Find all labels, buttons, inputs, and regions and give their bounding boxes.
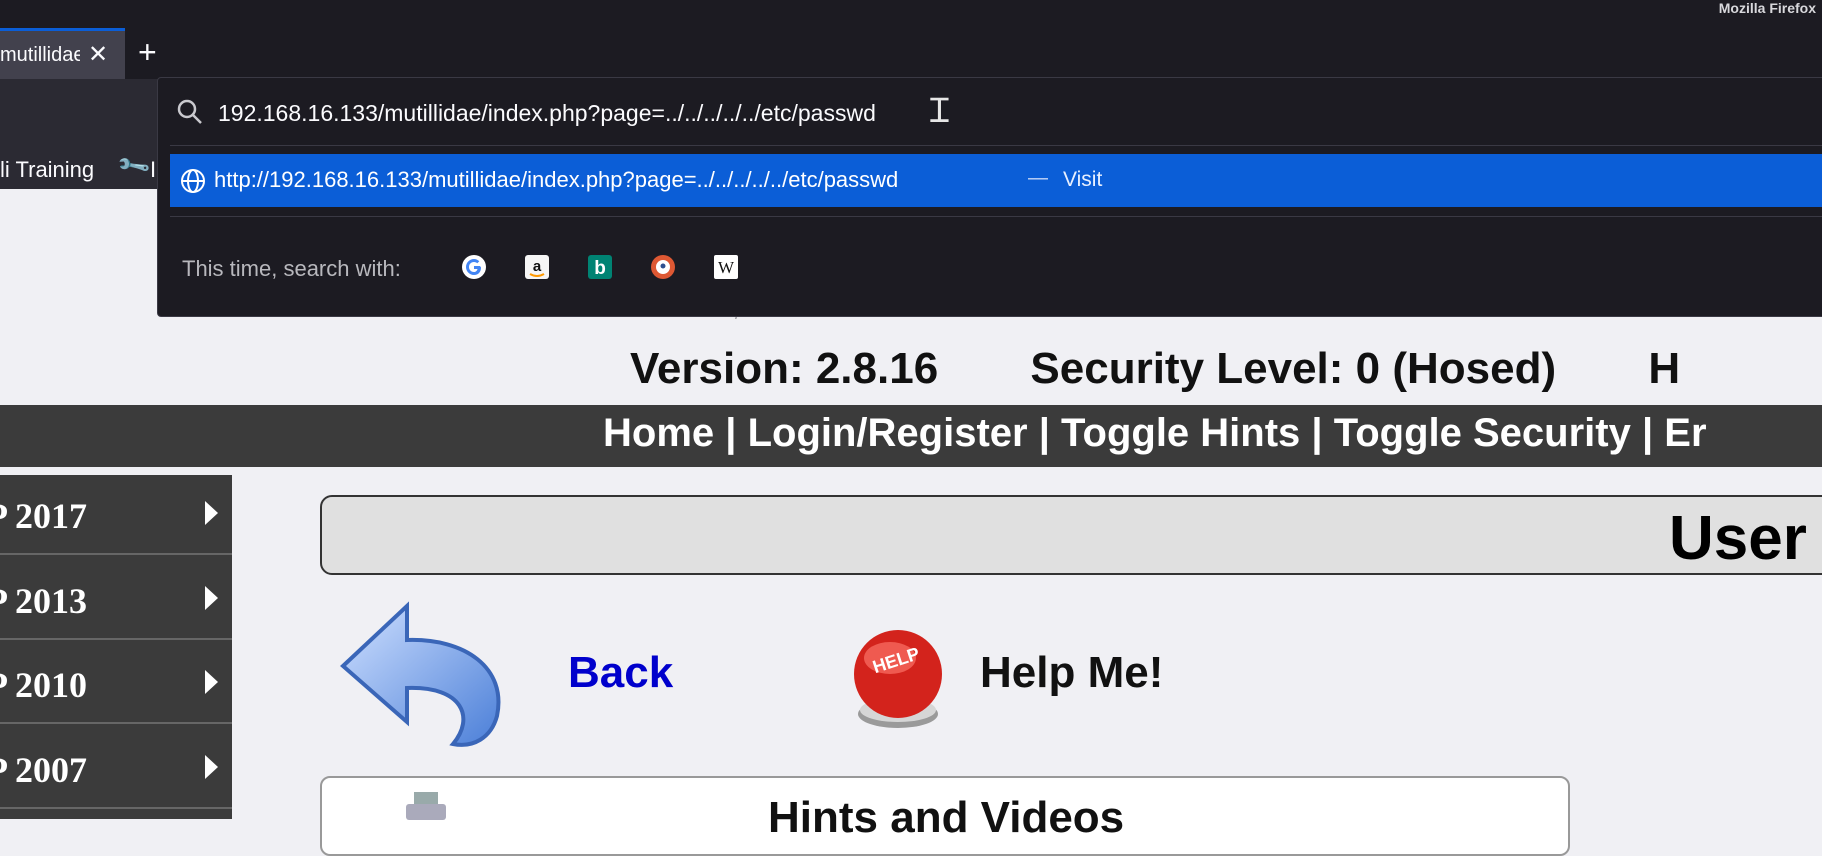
- globe-icon: [181, 169, 205, 193]
- chevron-right-icon: [205, 755, 218, 779]
- nav-toggle-security[interactable]: Toggle Security: [1334, 411, 1631, 455]
- version-text: Version: 2.8.16: [630, 344, 939, 393]
- duckduckgo-icon[interactable]: [649, 253, 677, 281]
- tab-title: mutillidae: [0, 44, 80, 66]
- security-level-text: Security Level: 0 (Hosed): [1030, 344, 1557, 393]
- search-with-label: This time, search with:: [182, 256, 401, 281]
- site-nav: Home | Login/Register | Toggle Hints | T…: [0, 405, 1822, 467]
- urlbar-dropdown: Ɪ http://192.168.16.133/mutillidae/index…: [157, 77, 1822, 317]
- window-title: Mozilla Firefox: [1718, 0, 1816, 16]
- sidebar-item-2017[interactable]: P 2017: [0, 475, 232, 555]
- hints-panel: Hints and Videos: [320, 776, 1570, 856]
- sidebar-item-label: P 2007: [0, 750, 88, 790]
- new-tab-icon[interactable]: +: [138, 34, 157, 70]
- sidebar-item-2007[interactable]: P 2007: [0, 729, 232, 809]
- divider: [170, 145, 1822, 146]
- sidebar-item-label: P 2017: [0, 496, 88, 536]
- header-truncated: H: [1648, 344, 1681, 393]
- chevron-right-icon: [205, 670, 218, 694]
- version-header: Version: 2.8.16 Security Level: 0 (Hosed…: [630, 344, 1760, 394]
- search-icon: [177, 99, 202, 124]
- bookmark-tool-icon: 🔧: [115, 147, 152, 184]
- browser-tab[interactable]: mutillidae ✕: [0, 28, 125, 79]
- chevron-right-icon: [205, 501, 218, 525]
- bing-icon[interactable]: b: [586, 253, 614, 281]
- nav-links: Home | Login/Register | Toggle Hints | T…: [603, 411, 1707, 455]
- back-link[interactable]: Back: [568, 648, 673, 698]
- url-suggestion[interactable]: http://192.168.16.133/mutillidae/index.p…: [170, 154, 1822, 207]
- page-title-box: User: [320, 495, 1822, 575]
- sidebar: P 2017 P 2013 P 2010 P 2007: [0, 475, 232, 819]
- sidebar-item-label: P 2013: [0, 581, 88, 621]
- google-icon[interactable]: [460, 253, 488, 281]
- wikipedia-icon[interactable]: W: [712, 253, 740, 281]
- nav-home[interactable]: Home: [603, 411, 714, 455]
- url-row: Ɪ: [158, 78, 1822, 146]
- suggestion-separator: —: [1028, 167, 1048, 189]
- svg-text:a: a: [533, 258, 542, 275]
- nav-truncated[interactable]: Er: [1664, 411, 1706, 455]
- amazon-icon[interactable]: a: [523, 253, 551, 281]
- suggestion-action: Visit: [1063, 168, 1103, 191]
- printer-icon: [406, 792, 446, 820]
- hints-title: Hints and Videos: [768, 793, 1125, 842]
- chevron-right-icon: [205, 586, 218, 610]
- divider: [170, 216, 1822, 217]
- svg-text:b: b: [594, 258, 606, 279]
- close-icon[interactable]: ✕: [88, 40, 108, 69]
- url-input[interactable]: [216, 92, 1220, 134]
- nav-toggle-hints[interactable]: Toggle Hints: [1061, 411, 1300, 455]
- bookmark-item-truncated[interactable]: I: [150, 157, 156, 183]
- sidebar-item-2010[interactable]: P 2010: [0, 644, 232, 724]
- suggestion-url: http://192.168.16.133/mutillidae/index.p…: [214, 167, 899, 192]
- text-cursor-icon: Ɪ: [930, 92, 949, 130]
- bookmark-item[interactable]: li Training: [0, 157, 94, 183]
- sidebar-item-2013[interactable]: P 2013: [0, 560, 232, 640]
- back-arrow-icon[interactable]: [335, 598, 510, 748]
- nav-login-register[interactable]: Login/Register: [748, 411, 1028, 455]
- page-title: User: [1669, 504, 1807, 573]
- sidebar-item-label: P 2010: [0, 665, 88, 705]
- help-button-icon[interactable]: HELP: [842, 622, 954, 734]
- help-me-link[interactable]: Help Me!: [980, 648, 1163, 698]
- svg-text:W: W: [718, 258, 735, 277]
